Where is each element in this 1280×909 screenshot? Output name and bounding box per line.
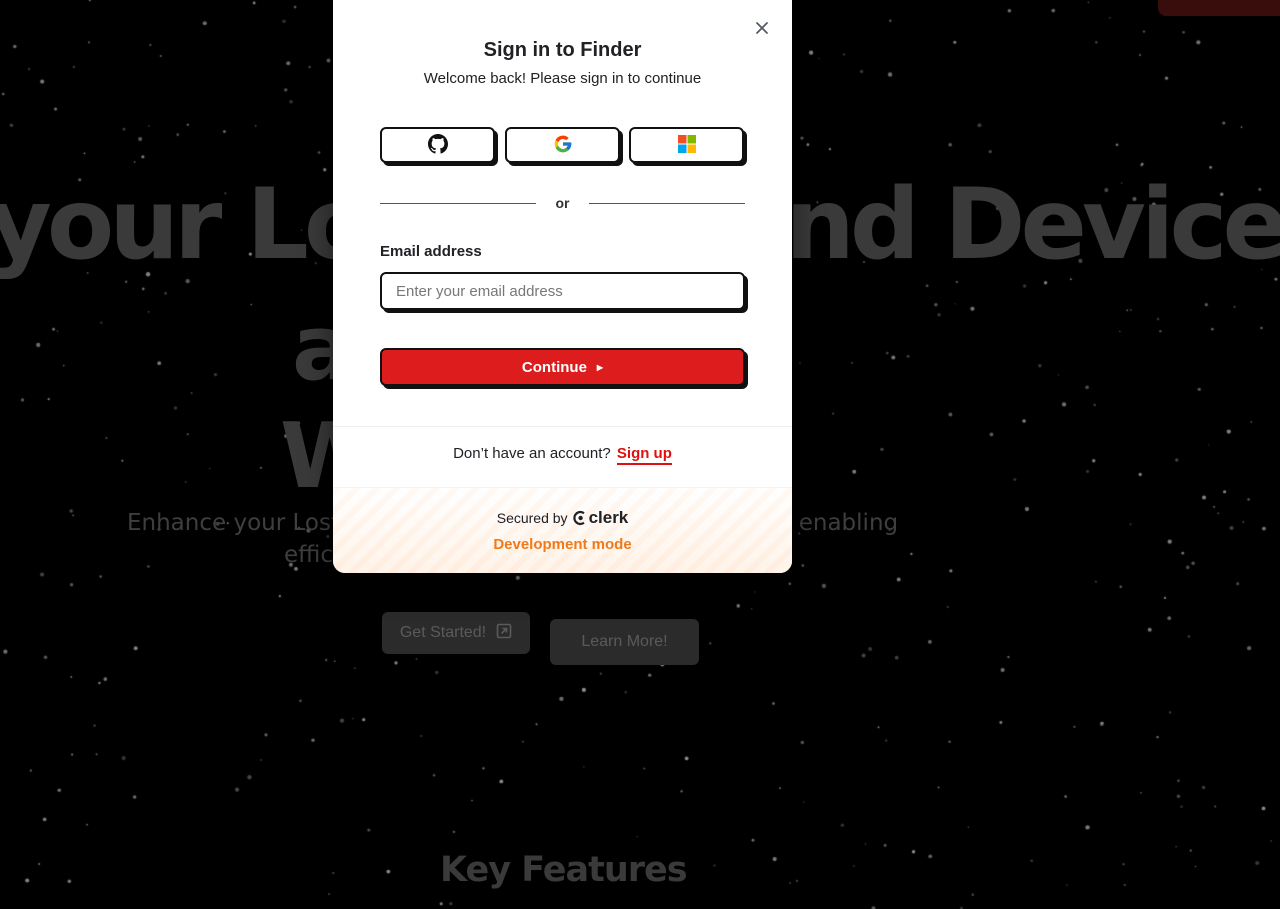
email-input[interactable] <box>380 272 745 310</box>
microsoft-icon <box>677 134 696 156</box>
divider-text: or <box>555 195 570 211</box>
microsoft-sign-in-button[interactable] <box>629 127 744 163</box>
modal-title: Sign in to Finder <box>483 39 642 61</box>
divider-line-left <box>380 203 536 204</box>
google-sign-in-button[interactable] <box>505 127 620 163</box>
key-features-heading: Key Features <box>440 850 688 890</box>
modal-subtitle: Welcome back! Please sign in to continue <box>423 70 702 87</box>
external-link-icon <box>496 623 512 644</box>
development-mode-label: Development mode <box>493 536 632 553</box>
get-started-label: Get Started! <box>399 624 487 641</box>
play-arrow-icon: ▶ <box>596 362 604 372</box>
signup-footer: Don’t have an account? Sign up <box>333 426 792 487</box>
secured-by-text: Secured by <box>496 510 568 526</box>
signup-prompt: Don’t have an account? <box>453 445 611 462</box>
create-button-partial <box>1158 0 1280 16</box>
close-icon[interactable] <box>751 17 773 39</box>
learn-more-button: Learn More! <box>550 619 699 665</box>
clerk-mark-icon <box>572 510 585 526</box>
sign-in-modal: Sign in to Finder Welcome back! Please s… <box>333 0 792 573</box>
email-label: Email address <box>380 243 482 260</box>
clerk-logo: clerk <box>572 508 629 528</box>
secured-by-row: Secured by clerk <box>333 508 792 528</box>
continue-label: Continue <box>521 358 587 376</box>
development-footer: Secured by clerk Development mode <box>333 487 792 573</box>
google-icon <box>553 134 573 157</box>
github-icon <box>427 133 448 157</box>
get-started-button: Get Started! <box>382 612 530 654</box>
continue-button[interactable]: Continue ▶ <box>380 348 745 386</box>
sign-up-link[interactable]: Sign up <box>616 445 672 465</box>
github-sign-in-button[interactable] <box>380 127 495 163</box>
clerk-brand-name: clerk <box>588 508 629 527</box>
signup-row: Don’t have an account? Sign up <box>333 445 792 465</box>
divider-line-right <box>589 203 745 204</box>
